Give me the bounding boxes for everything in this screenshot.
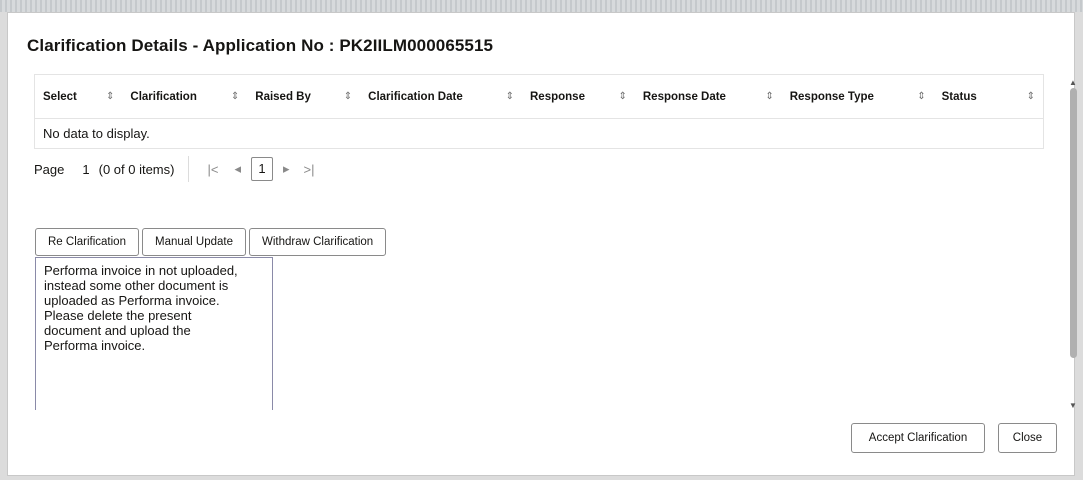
scroll-down-icon[interactable]: ▼ [1069,401,1077,410]
column-label: Response [530,90,585,103]
sort-icon[interactable]: ⇕ [765,91,773,102]
column-label: Clarification Date [368,90,463,103]
sort-icon[interactable]: ⇕ [506,91,514,102]
column-header-status[interactable]: Status ⇕ [933,74,1044,119]
first-page-icon[interactable]: |< [207,162,218,177]
column-label: Raised By [255,90,311,103]
accept-clarification-button[interactable]: Accept Clarification [851,423,985,453]
vertical-scrollbar[interactable]: ▲ ▼ [1066,78,1080,410]
column-header-response-type[interactable]: Response Type ⇕ [781,74,934,119]
clarification-table: Select ⇕ Clarification ⇕ Raised By ⇕ Clarif… [34,74,1044,149]
pagination-bar: Page 1 (0 of 0 items) |< ◂ 1 ▸ >| [34,154,320,184]
column-header-clarification-date[interactable]: Clarification Date ⇕ [360,74,522,119]
column-label: Status [941,90,977,103]
sort-icon[interactable]: ⇕ [1027,91,1035,102]
background-strip [0,0,1083,12]
column-header-select[interactable]: Select ⇕ [34,74,123,119]
sort-icon[interactable]: ⇕ [344,91,352,102]
close-button[interactable]: Close [998,423,1057,453]
column-label: Response Date [642,90,726,103]
next-page-icon[interactable]: ▸ [283,161,290,177]
table-row: No data to display. [34,118,1044,149]
last-page-icon[interactable]: >| [304,162,315,177]
current-page-button[interactable]: 1 [250,157,273,181]
column-header-raised-by[interactable]: Raised By ⇕ [247,74,361,119]
dialog-scroll-area: Select ⇕ Clarification ⇕ Raised By ⇕ Clarif… [0,70,1083,410]
scrollbar-thumb[interactable] [1070,88,1077,358]
column-header-response-date[interactable]: Response Date ⇕ [634,74,782,119]
sort-icon[interactable]: ⇕ [917,91,925,102]
withdraw-clarification-button[interactable]: Withdraw Clarification [248,228,387,256]
sort-icon[interactable]: ⇕ [618,91,626,102]
column-label: Clarification [130,90,197,103]
previous-page-icon[interactable]: ◂ [234,161,241,177]
sort-icon[interactable]: ⇕ [106,91,114,102]
clarification-remarks-textarea[interactable]: Performa invoice in not uploaded, instea… [35,257,273,410]
column-label: Select [43,90,77,103]
scroll-up-icon[interactable]: ▲ [1069,78,1077,87]
page-label: Page [34,161,65,177]
column-header-response[interactable]: Response ⇕ [522,74,635,119]
empty-table-message: No data to display. [34,118,1044,149]
column-label: Response Type [789,90,874,103]
column-header-clarification[interactable]: Clarification ⇕ [122,74,248,119]
table-header-row: Select ⇕ Clarification ⇕ Raised By ⇕ Clarif… [34,74,1044,119]
clarification-action-buttons: Re Clarification Manual Update Withdraw … [35,228,387,256]
dialog-title: Clarification Details - Application No :… [27,36,494,55]
re-clarification-button[interactable]: Re Clarification [35,228,139,256]
items-count: (0 of 0 items) [98,161,175,177]
pager-divider [188,156,190,182]
manual-update-button[interactable]: Manual Update [141,228,246,256]
sort-icon[interactable]: ⇕ [231,91,239,102]
page-number-value: 1 [82,161,90,177]
